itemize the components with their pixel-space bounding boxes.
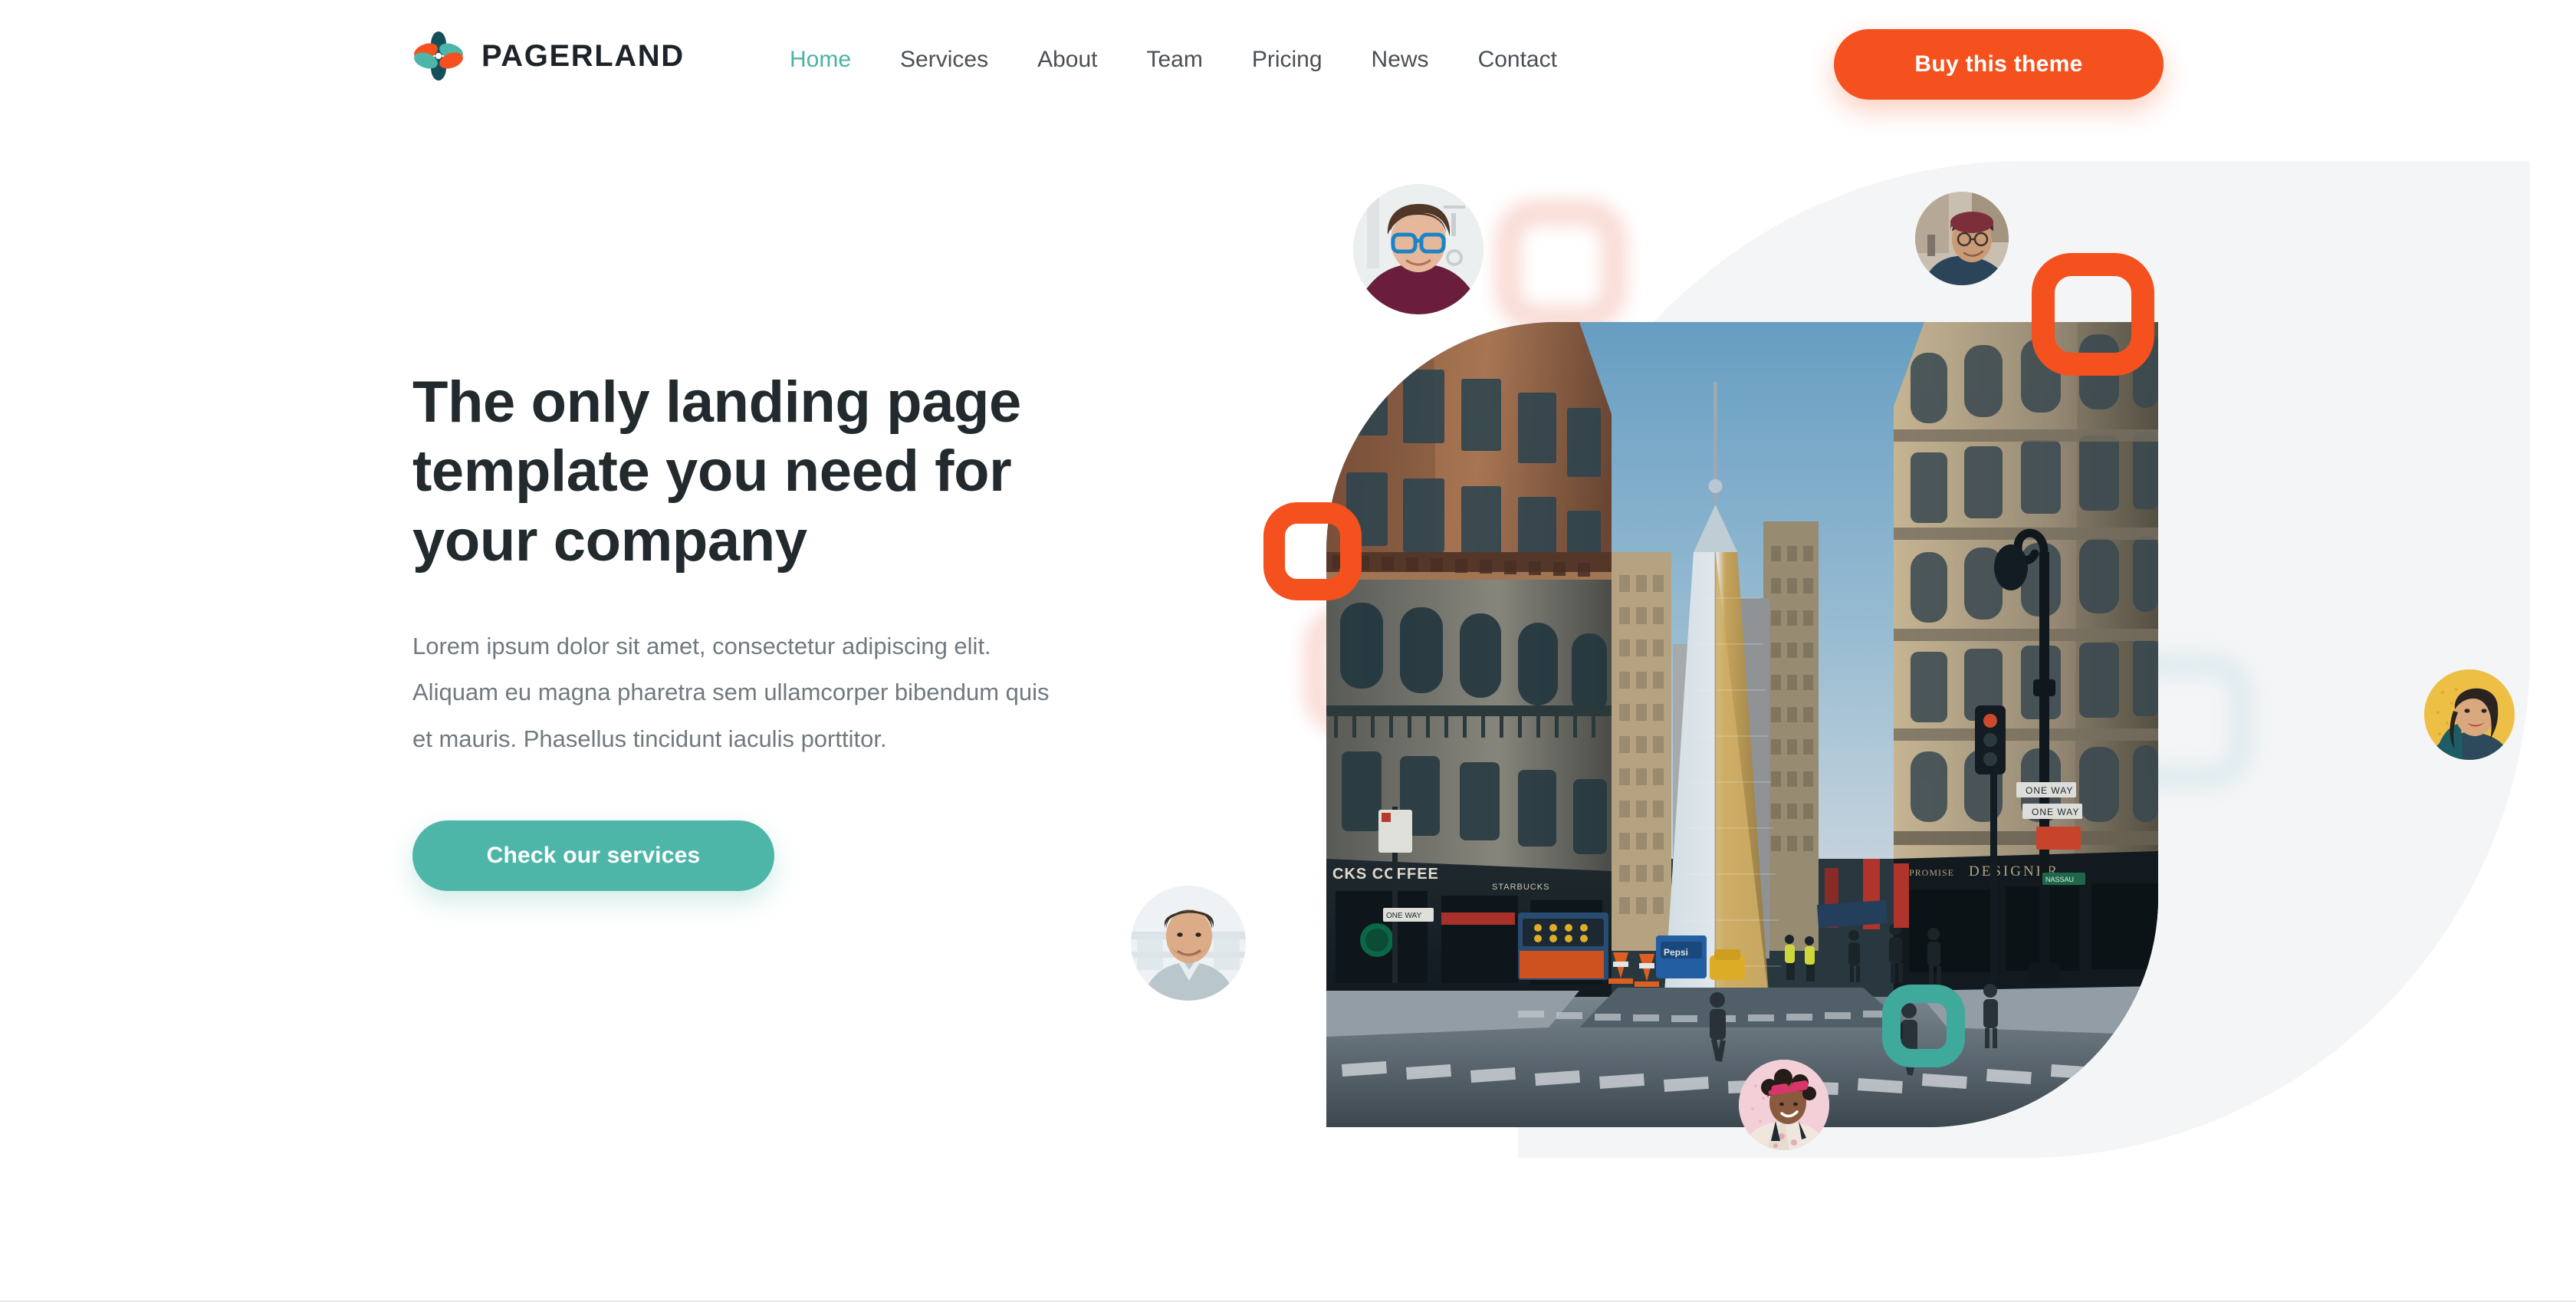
avatar-woman-pink-bg (1739, 1060, 1829, 1150)
nav-item-home[interactable]: Home (790, 46, 876, 74)
landing-page: PAGERLAND Home Services About Team Prici… (0, 0, 2576, 1302)
teal-rounded-square-bottom-icon (1882, 985, 1965, 1067)
nav-item-pricing[interactable]: Pricing (1227, 46, 1347, 74)
avatar-person-beanie (1915, 192, 2009, 285)
avatar-person-glasses (1353, 184, 1484, 314)
orange-rounded-square-left-icon (1263, 502, 1362, 600)
hero-title: The only landing page template you need … (412, 370, 1021, 574)
nav-item-about[interactable]: About (1013, 46, 1122, 74)
buy-this-theme-button[interactable]: Buy this theme (1834, 29, 2164, 100)
hero-visual: CKS COFFEE STARBUCKS DESIGNER PROMISE ON… (1112, 115, 2576, 1189)
brand-name: PAGERLAND (481, 39, 685, 73)
hero-photo: CKS COFFEE STARBUCKS DESIGNER PROMISE ON… (1326, 322, 2158, 1127)
flower-logo-icon (412, 30, 465, 82)
hero-copy: The only landing page template you need … (412, 368, 1118, 891)
nav-item-team[interactable]: Team (1122, 46, 1227, 74)
check-our-services-button[interactable]: Check our services (412, 820, 774, 891)
site-header: PAGERLAND Home Services About Team Prici… (0, 0, 2576, 130)
hero-paragraph: Lorem ipsum dolor sit amet, consectetur … (412, 633, 1050, 752)
brand-logo-link[interactable]: PAGERLAND (412, 29, 685, 83)
nav-item-news[interactable]: News (1347, 46, 1454, 74)
nav-item-services[interactable]: Services (876, 46, 1013, 74)
blurred-pink-square-upper-icon (1495, 199, 1627, 331)
main-navigation: Home Services About Team Pricing News Co… (790, 46, 1582, 74)
nav-item-contact[interactable]: Contact (1454, 46, 1582, 74)
avatar-woman-yellow-bg (2424, 669, 2515, 760)
orange-rounded-square-top-right-icon (2032, 253, 2154, 376)
avatar-man-grey-shirt (1131, 886, 1246, 1001)
